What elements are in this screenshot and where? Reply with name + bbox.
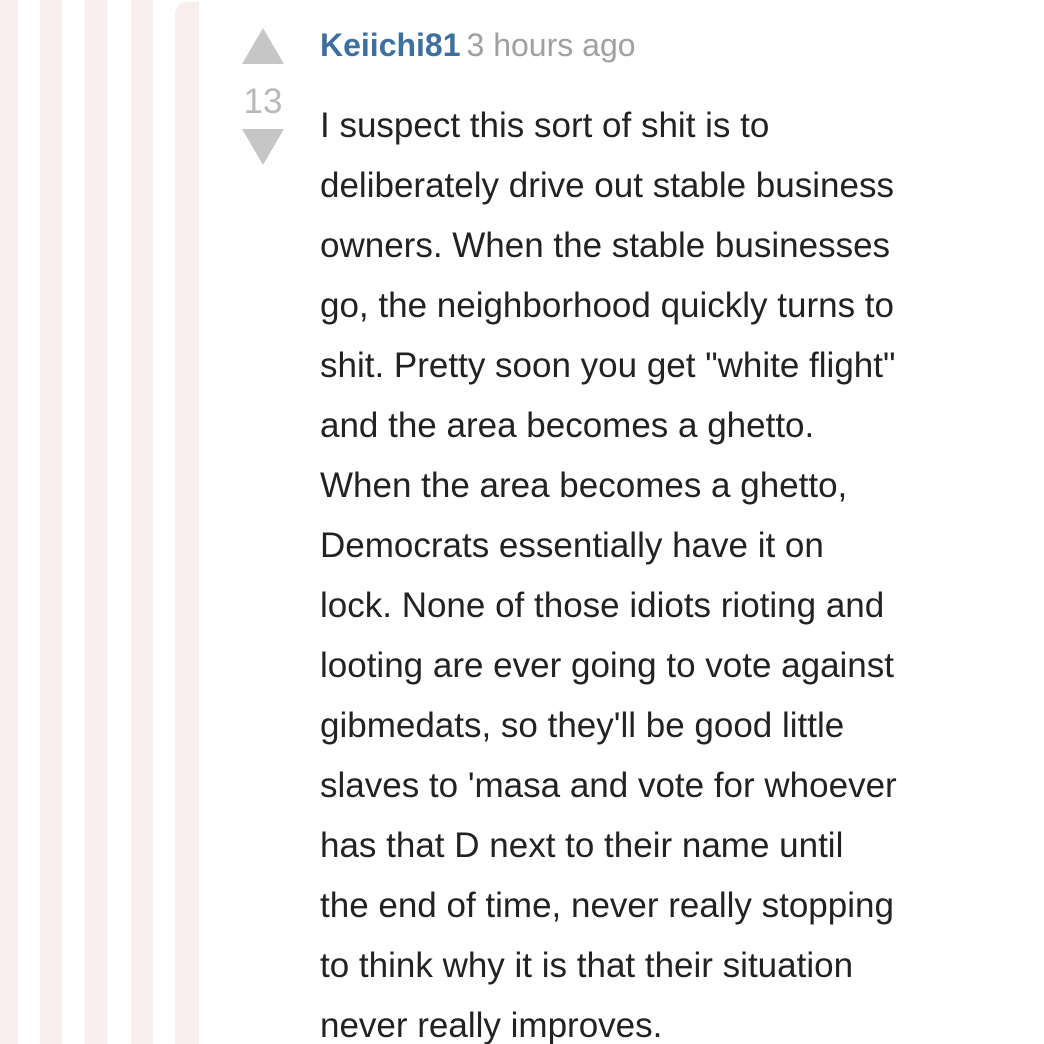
comment-body-line: owners. When the stable businesses [320,226,891,265]
comment-body-line: the end of time, never really stopping [320,886,894,925]
comment-body: I suspect this sort of shit is to delibe… [320,96,1020,1044]
upvote-icon[interactable] [242,28,284,64]
comment-body-line: Democrats essentially have it on [320,526,824,565]
comment-body-line: never really improves. [320,1006,663,1044]
author-link[interactable]: Keiichi81 [320,27,461,63]
comment-body-line: When the area becomes a ghetto, [320,466,848,505]
thread-depth-stripe [131,0,153,1044]
comment-meta: Keiichi81 3 hours ago [320,24,1020,66]
comment-body-line: deliberately drive out stable business [320,166,894,205]
thread-depth-stripe[interactable] [175,2,199,1044]
comment-body-line: go, the neighborhood quickly turns to [320,286,894,325]
comment-body-line: gibmedats, so they'll be good little [320,706,845,745]
vote-controls: 13 [239,28,287,165]
comment-body-line: looting are ever going to vote against [320,646,894,685]
comment-body-line: and the area becomes a ghetto. [320,406,815,445]
comment-timestamp: 3 hours ago [466,27,636,63]
comment-content: Keiichi81 3 hours ago I suspect this sort… [320,24,1020,1044]
thread-depth-stripe [85,0,107,1044]
comment-body-line: has that D next to their name until [320,826,844,865]
downvote-icon[interactable] [242,129,284,165]
comment-body-line: lock. None of those idiots rioting and [320,586,885,625]
thread-depth-stripe [40,0,62,1044]
comment: 13 Keiichi81 3 hours ago I suspect this s… [199,0,1044,1044]
comment-thread-page: 13 Keiichi81 3 hours ago I suspect this s… [0,0,1044,1044]
comment-score: 13 [243,82,283,121]
comment-body-line: slaves to 'masa and vote for whoever [320,766,897,805]
comment-body-line: to think why it is that their situation [320,946,854,985]
comment-body-line: shit. Pretty soon you get "white flight" [320,346,896,385]
comment-body-line: I suspect this sort of shit is to [320,106,770,145]
thread-depth-stripe [0,0,18,1044]
